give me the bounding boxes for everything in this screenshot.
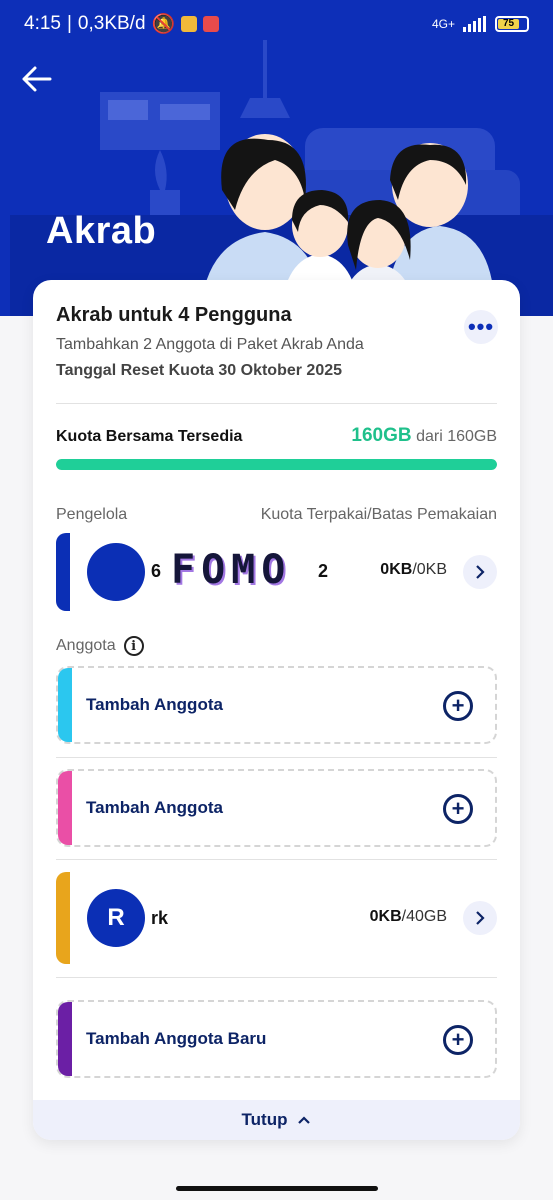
mute-bell-icon: 🔕 [151,14,176,35]
member-color-bar [56,872,70,964]
member-usage-limit: /40GB [401,908,447,925]
quota-progress-bar [56,459,497,470]
manager-header: Pengelola [56,506,128,523]
add-new-member-label: Tambah Anggota Baru [86,1029,267,1048]
quota-value: 160GB dari 160GB [351,425,497,447]
quota-available: 160GB [351,425,412,446]
members-header: Anggota i [56,636,144,656]
manager-row[interactable]: 6 FOMO 2 0KB/0KB [56,533,497,611]
slot-color-bar [58,1002,72,1076]
battery-icon: 75 [495,16,529,32]
battery-level: 75 [498,19,519,29]
manager-usage-used: 0KB [380,561,413,578]
info-icon[interactable]: i [123,636,144,656]
plus-circle-icon[interactable]: + [443,691,473,721]
reset-date: Tanggal Reset Kuota 30 Oktober 2025 [56,362,343,379]
avatar [87,543,145,601]
quota-progress-fill [56,459,497,470]
more-options-button[interactable]: ••• [464,310,498,344]
add-member-slot-2[interactable]: Tambah Anggota + [56,769,497,847]
member-usage-used: 0KB [369,908,402,925]
divider [56,403,497,404]
usage-header: Kuota Terpakai/Batas Pemakaian [260,506,497,523]
chevron-up-icon [298,1116,311,1124]
signal-icon [463,16,486,32]
add-member-label: Tambah Anggota [86,798,223,817]
divider [56,977,497,978]
back-arrow-icon[interactable] [20,64,60,96]
message-icon [181,16,198,32]
status-bar: 4:15 | 0,3KB/d 🔕 4G+ 75 [0,0,553,48]
quota-total: dari 160GB [416,428,497,445]
manager-usage-limit: /0KB [412,561,447,578]
fomo-watermark: FOMO [171,547,292,593]
member-usage: 0KB/40GB [370,908,447,926]
add-new-member-slot[interactable]: Tambah Anggota Baru + [56,1000,497,1078]
home-indicator[interactable] [176,1186,378,1191]
manager-name-suffix: 2 [318,561,329,581]
divider [56,859,497,860]
manager-usage: 0KB/0KB [380,561,447,579]
member-avatar: R [87,889,145,947]
network-label: 4G+ [431,17,455,31]
close-label: Tutup [241,1110,288,1129]
divider [56,757,497,758]
slot-color-bar [58,668,72,742]
manager-color-bar [56,533,70,611]
manager-name-prefix: 6 [151,561,162,581]
status-time: 4:15 [24,13,61,34]
plan-subtitle: Tambahkan 2 Anggota di Paket Akrab Anda [56,336,364,353]
plus-circle-icon[interactable]: + [443,1025,473,1055]
member-name: rk [151,908,169,928]
add-member-label: Tambah Anggota [86,695,223,714]
slot-color-bar [58,771,72,845]
plus-circle-icon[interactable]: + [443,794,473,824]
chevron-right-icon[interactable] [463,555,497,589]
plan-title: Akrab untuk 4 Pengguna [56,304,292,326]
hero-banner: 4:15 | 0,3KB/d 🔕 4G+ 75 Akrab [0,0,553,316]
members-header-label: Anggota [56,637,116,654]
quota-label: Kuota Bersama Tersedia [56,428,243,445]
sound-icon [203,16,220,32]
close-button[interactable]: Tutup [33,1100,520,1140]
add-member-slot-1[interactable]: Tambah Anggota + [56,666,497,744]
status-speed: 0,3KB/d [77,13,146,34]
member-row[interactable]: R rk 0KB/40GB [56,872,497,964]
chevron-right-icon[interactable] [463,901,497,935]
akrab-card: Akrab untuk 4 Pengguna ••• Tambahkan 2 A… [33,280,520,1140]
page-title: Akrab [46,210,157,252]
